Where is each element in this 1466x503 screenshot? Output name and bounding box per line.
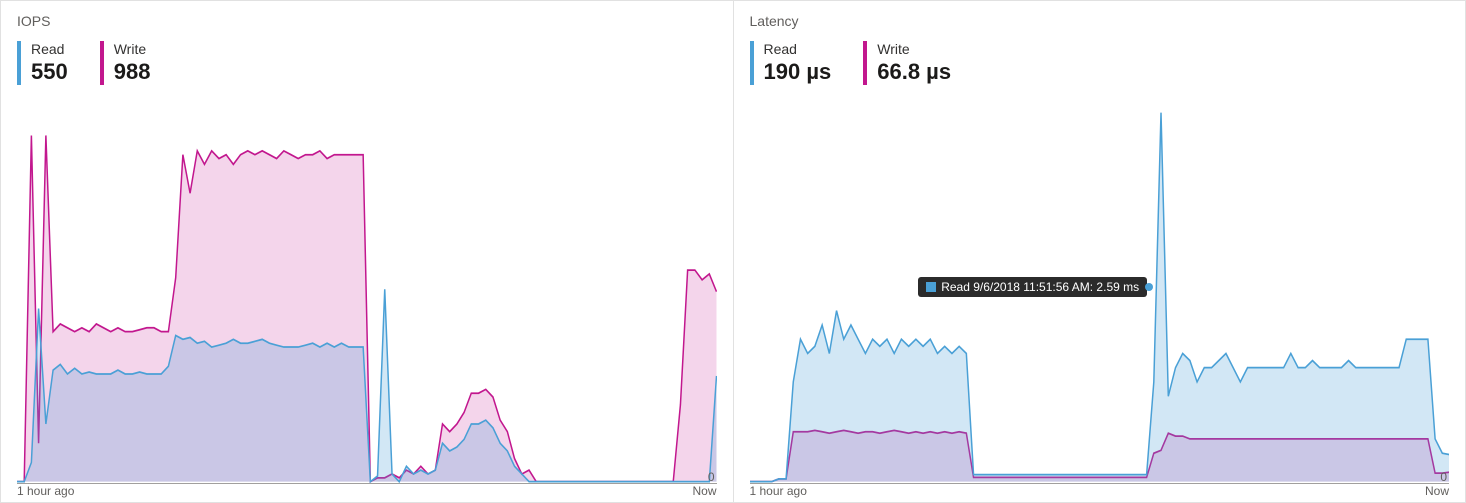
metric-read: Read 550 — [17, 41, 68, 85]
panel-latency: Latency Read 190 µs Write 66.8 µs 0 1 ho… — [733, 1, 1466, 502]
panel-title: Latency — [750, 13, 1450, 29]
tooltip-swatch-icon — [926, 282, 936, 292]
tooltip-text: Read 9/6/2018 11:51:56 AM: 2.59 ms — [941, 280, 1139, 294]
metric-label: Write — [877, 41, 951, 57]
metrics-row: Read 550 Write 988 — [17, 41, 717, 85]
axis-start-label: 1 hour ago — [750, 484, 807, 498]
chart-baseline — [17, 483, 717, 484]
metric-read: Read 190 µs — [750, 41, 832, 85]
axis-start-label: 1 hour ago — [17, 484, 74, 498]
chart-svg — [17, 97, 717, 498]
chart-baseline — [750, 483, 1450, 484]
metric-label: Write — [114, 41, 151, 57]
metric-value: 190 µs — [764, 59, 832, 85]
metric-value: 66.8 µs — [877, 59, 951, 85]
chart-area-iops[interactable]: 0 1 hour ago Now — [17, 97, 717, 498]
metric-write: Write 988 — [100, 41, 151, 85]
chart-svg — [750, 97, 1450, 498]
axis-end-label: Now — [1425, 484, 1449, 498]
metric-value: 550 — [31, 59, 68, 85]
axis-zero-label: 0 — [1440, 470, 1447, 484]
chart-area-latency[interactable]: 0 1 hour ago Now Read 9/6/2018 11:51:56 … — [750, 97, 1450, 498]
axis-zero-label: 0 — [708, 470, 715, 484]
axis-end-label: Now — [692, 484, 716, 498]
metric-write: Write 66.8 µs — [863, 41, 951, 85]
metric-value: 988 — [114, 59, 151, 85]
metric-label: Read — [764, 41, 832, 57]
metric-label: Read — [31, 41, 68, 57]
chart-tooltip: Read 9/6/2018 11:51:56 AM: 2.59 ms — [918, 277, 1147, 297]
panel-iops: IOPS Read 550 Write 988 0 1 hour ago Now — [1, 1, 733, 502]
panel-title: IOPS — [17, 13, 717, 29]
metrics-row: Read 190 µs Write 66.8 µs — [750, 41, 1450, 85]
dashboard-root: IOPS Read 550 Write 988 0 1 hour ago Now… — [0, 0, 1466, 503]
